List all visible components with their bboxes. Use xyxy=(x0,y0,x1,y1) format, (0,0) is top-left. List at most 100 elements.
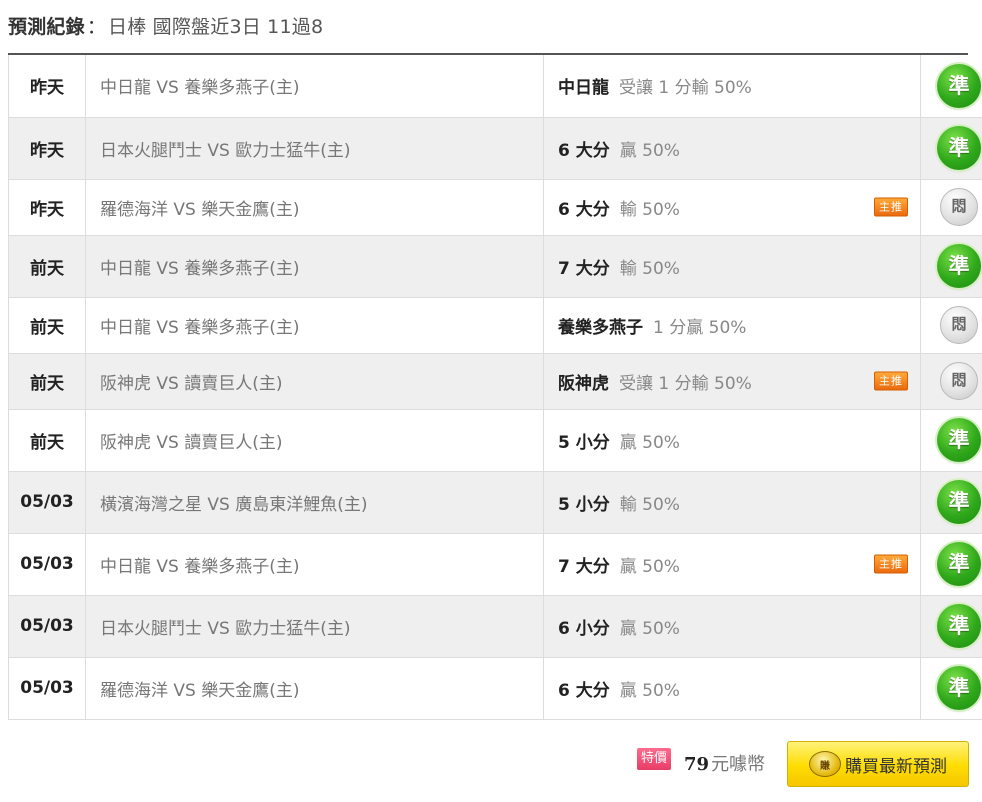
page-title: 預測紀錄：日棒 國際盤近3日 11過8 xyxy=(8,12,323,39)
table-row: 前天 中日龍 VS 養樂多燕子(主) 7 大分輸 50% 準 xyxy=(8,235,982,298)
pick-detail: 受讓 1 分輸 50% xyxy=(619,373,752,394)
row-match: 羅德海洋 VS 樂天金鷹(主) xyxy=(85,657,544,720)
result-win-badge: 準 xyxy=(937,244,981,288)
pick-main: 5 小分 xyxy=(558,494,610,515)
special-price-badge: 特價 xyxy=(637,748,672,770)
row-pick: 阪神虎 受讓 1 分輸 50% 主推 xyxy=(543,353,921,410)
row-pick: 5 小分輸 50% xyxy=(543,471,921,534)
result-push-badge: 悶 xyxy=(940,362,978,400)
result-win-badge: 準 xyxy=(937,126,981,170)
result-win-badge: 準 xyxy=(937,418,981,462)
result-win-badge: 準 xyxy=(937,63,981,108)
price-value: 79 xyxy=(684,754,710,775)
result-win-badge: 準 xyxy=(937,542,981,586)
title-colon: ： xyxy=(86,16,107,38)
row-date: 昨天 xyxy=(8,117,86,180)
pick-main: 阪神虎 xyxy=(558,373,609,394)
pick-detail: 贏 50% xyxy=(619,140,680,161)
pick-main: 6 大分 xyxy=(558,199,610,220)
row-date: 05/03 xyxy=(8,595,86,658)
row-match: 羅德海洋 VS 樂天金鷹(主) xyxy=(85,179,544,236)
row-match: 阪神虎 VS 讀賣巨人(主) xyxy=(85,353,544,410)
table-row: 前天 阪神虎 VS 讀賣巨人(主) 5 小分贏 50% 準 xyxy=(8,409,982,472)
row-result: 悶 xyxy=(920,353,982,410)
row-pick: 7 大分輸 50% xyxy=(543,235,921,298)
row-pick: 7 大分贏 50% 主推 xyxy=(543,533,921,596)
row-result: 準 xyxy=(920,533,982,596)
pick-main: 中日龍 xyxy=(558,78,609,99)
row-date: 前天 xyxy=(8,235,86,298)
result-win-badge: 準 xyxy=(937,604,981,648)
buy-label: 購買最新預測 xyxy=(845,756,947,777)
price-currency: 元噱幣 xyxy=(711,754,766,775)
row-pick: 中日龍 受讓 1 分輸 50% xyxy=(543,55,921,118)
row-result: 悶 xyxy=(920,179,982,236)
pick-detail: 贏 50% xyxy=(619,556,680,577)
pick-detail: 輸 50% xyxy=(619,199,680,220)
row-date: 昨天 xyxy=(8,179,86,236)
row-pick: 6 小分贏 50% xyxy=(543,595,921,658)
row-match: 中日龍 VS 養樂多燕子(主) xyxy=(85,533,544,596)
row-result: 準 xyxy=(920,117,982,180)
row-match: 中日龍 VS 養樂多燕子(主) xyxy=(85,235,544,298)
table-row: 昨天 日本火腿鬥士 VS 歐力士猛牛(主) 6 大分贏 50% 準 xyxy=(8,117,982,180)
table-row: 昨天 羅德海洋 VS 樂天金鷹(主) 6 大分輸 50% 主推 悶 xyxy=(8,179,982,236)
row-match: 橫濱海灣之星 VS 廣島東洋鯉魚(主) xyxy=(85,471,544,534)
row-result: 準 xyxy=(920,471,982,534)
row-pick: 5 小分贏 50% xyxy=(543,409,921,472)
featured-pick-tag: 主推 xyxy=(874,554,908,574)
table-row: 05/03 羅德海洋 VS 樂天金鷹(主) 6 大分贏 50% 準 xyxy=(8,657,982,720)
pick-main: 5 小分 xyxy=(558,432,610,453)
row-pick: 6 大分贏 50% xyxy=(543,117,921,180)
result-win-badge: 準 xyxy=(937,666,981,710)
row-pick: 6 大分贏 50% xyxy=(543,657,921,720)
row-pick: 6 大分輸 50% 主推 xyxy=(543,179,921,236)
footer: 特價 79 元噱幣 賺 購買最新預測 xyxy=(0,740,982,790)
row-date: 05/03 xyxy=(8,533,86,596)
title-label: 預測紀錄 xyxy=(8,16,85,38)
price: 79 元噱幣 xyxy=(684,750,765,776)
buy-latest-prediction-button[interactable]: 賺 購買最新預測 xyxy=(787,741,969,787)
pick-detail: 輸 50% xyxy=(619,494,680,515)
row-match: 日本火腿鬥士 VS 歐力士猛牛(主) xyxy=(85,117,544,180)
pick-main: 7 大分 xyxy=(558,258,610,279)
row-date: 前天 xyxy=(8,353,86,410)
pick-main: 6 小分 xyxy=(558,618,610,639)
table-row: 05/03 日本火腿鬥士 VS 歐力士猛牛(主) 6 小分贏 50% 準 xyxy=(8,595,982,658)
coin-icon: 賺 xyxy=(809,751,841,777)
row-result: 準 xyxy=(920,235,982,298)
table-row: 前天 中日龍 VS 養樂多燕子(主) 養樂多燕子 1 分贏 50% 悶 xyxy=(8,297,982,354)
row-result: 準 xyxy=(920,657,982,720)
row-match: 中日龍 VS 養樂多燕子(主) xyxy=(85,55,544,118)
row-result: 準 xyxy=(920,409,982,472)
pick-detail: 贏 50% xyxy=(619,432,680,453)
row-date: 05/03 xyxy=(8,471,86,534)
pick-detail: 贏 50% xyxy=(619,618,680,639)
row-date: 05/03 xyxy=(8,657,86,720)
result-push-badge: 悶 xyxy=(940,306,978,344)
prediction-table: 昨天 中日龍 VS 養樂多燕子(主) 中日龍 受讓 1 分輸 50% 準昨天 日本火腿鬥士… xyxy=(8,55,982,720)
result-win-badge: 準 xyxy=(937,480,981,524)
row-pick: 養樂多燕子 1 分贏 50% xyxy=(543,297,921,354)
pick-main: 6 大分 xyxy=(558,680,610,701)
row-result: 悶 xyxy=(920,297,982,354)
pick-main: 養樂多燕子 xyxy=(558,317,643,338)
row-result: 準 xyxy=(920,595,982,658)
pick-detail: 1 分贏 50% xyxy=(653,317,747,338)
table-row: 昨天 中日龍 VS 養樂多燕子(主) 中日龍 受讓 1 分輸 50% 準 xyxy=(8,55,982,118)
pick-main: 7 大分 xyxy=(558,556,610,577)
featured-pick-tag: 主推 xyxy=(874,197,908,217)
row-date: 前天 xyxy=(8,297,86,354)
row-date: 昨天 xyxy=(8,55,86,118)
result-push-badge: 悶 xyxy=(940,188,978,226)
table-row: 05/03 中日龍 VS 養樂多燕子(主) 7 大分贏 50% 主推 準 xyxy=(8,533,982,596)
featured-pick-tag: 主推 xyxy=(874,371,908,391)
pick-detail: 贏 50% xyxy=(619,680,680,701)
pick-detail: 受讓 1 分輸 50% xyxy=(619,78,752,99)
pick-detail: 輸 50% xyxy=(619,258,680,279)
row-date: 前天 xyxy=(8,409,86,472)
table-row: 05/03 橫濱海灣之星 VS 廣島東洋鯉魚(主) 5 小分輸 50% 準 xyxy=(8,471,982,534)
row-match: 阪神虎 VS 讀賣巨人(主) xyxy=(85,409,544,472)
title-description: 日棒 國際盤近3日 11過8 xyxy=(108,16,324,38)
row-match: 日本火腿鬥士 VS 歐力士猛牛(主) xyxy=(85,595,544,658)
